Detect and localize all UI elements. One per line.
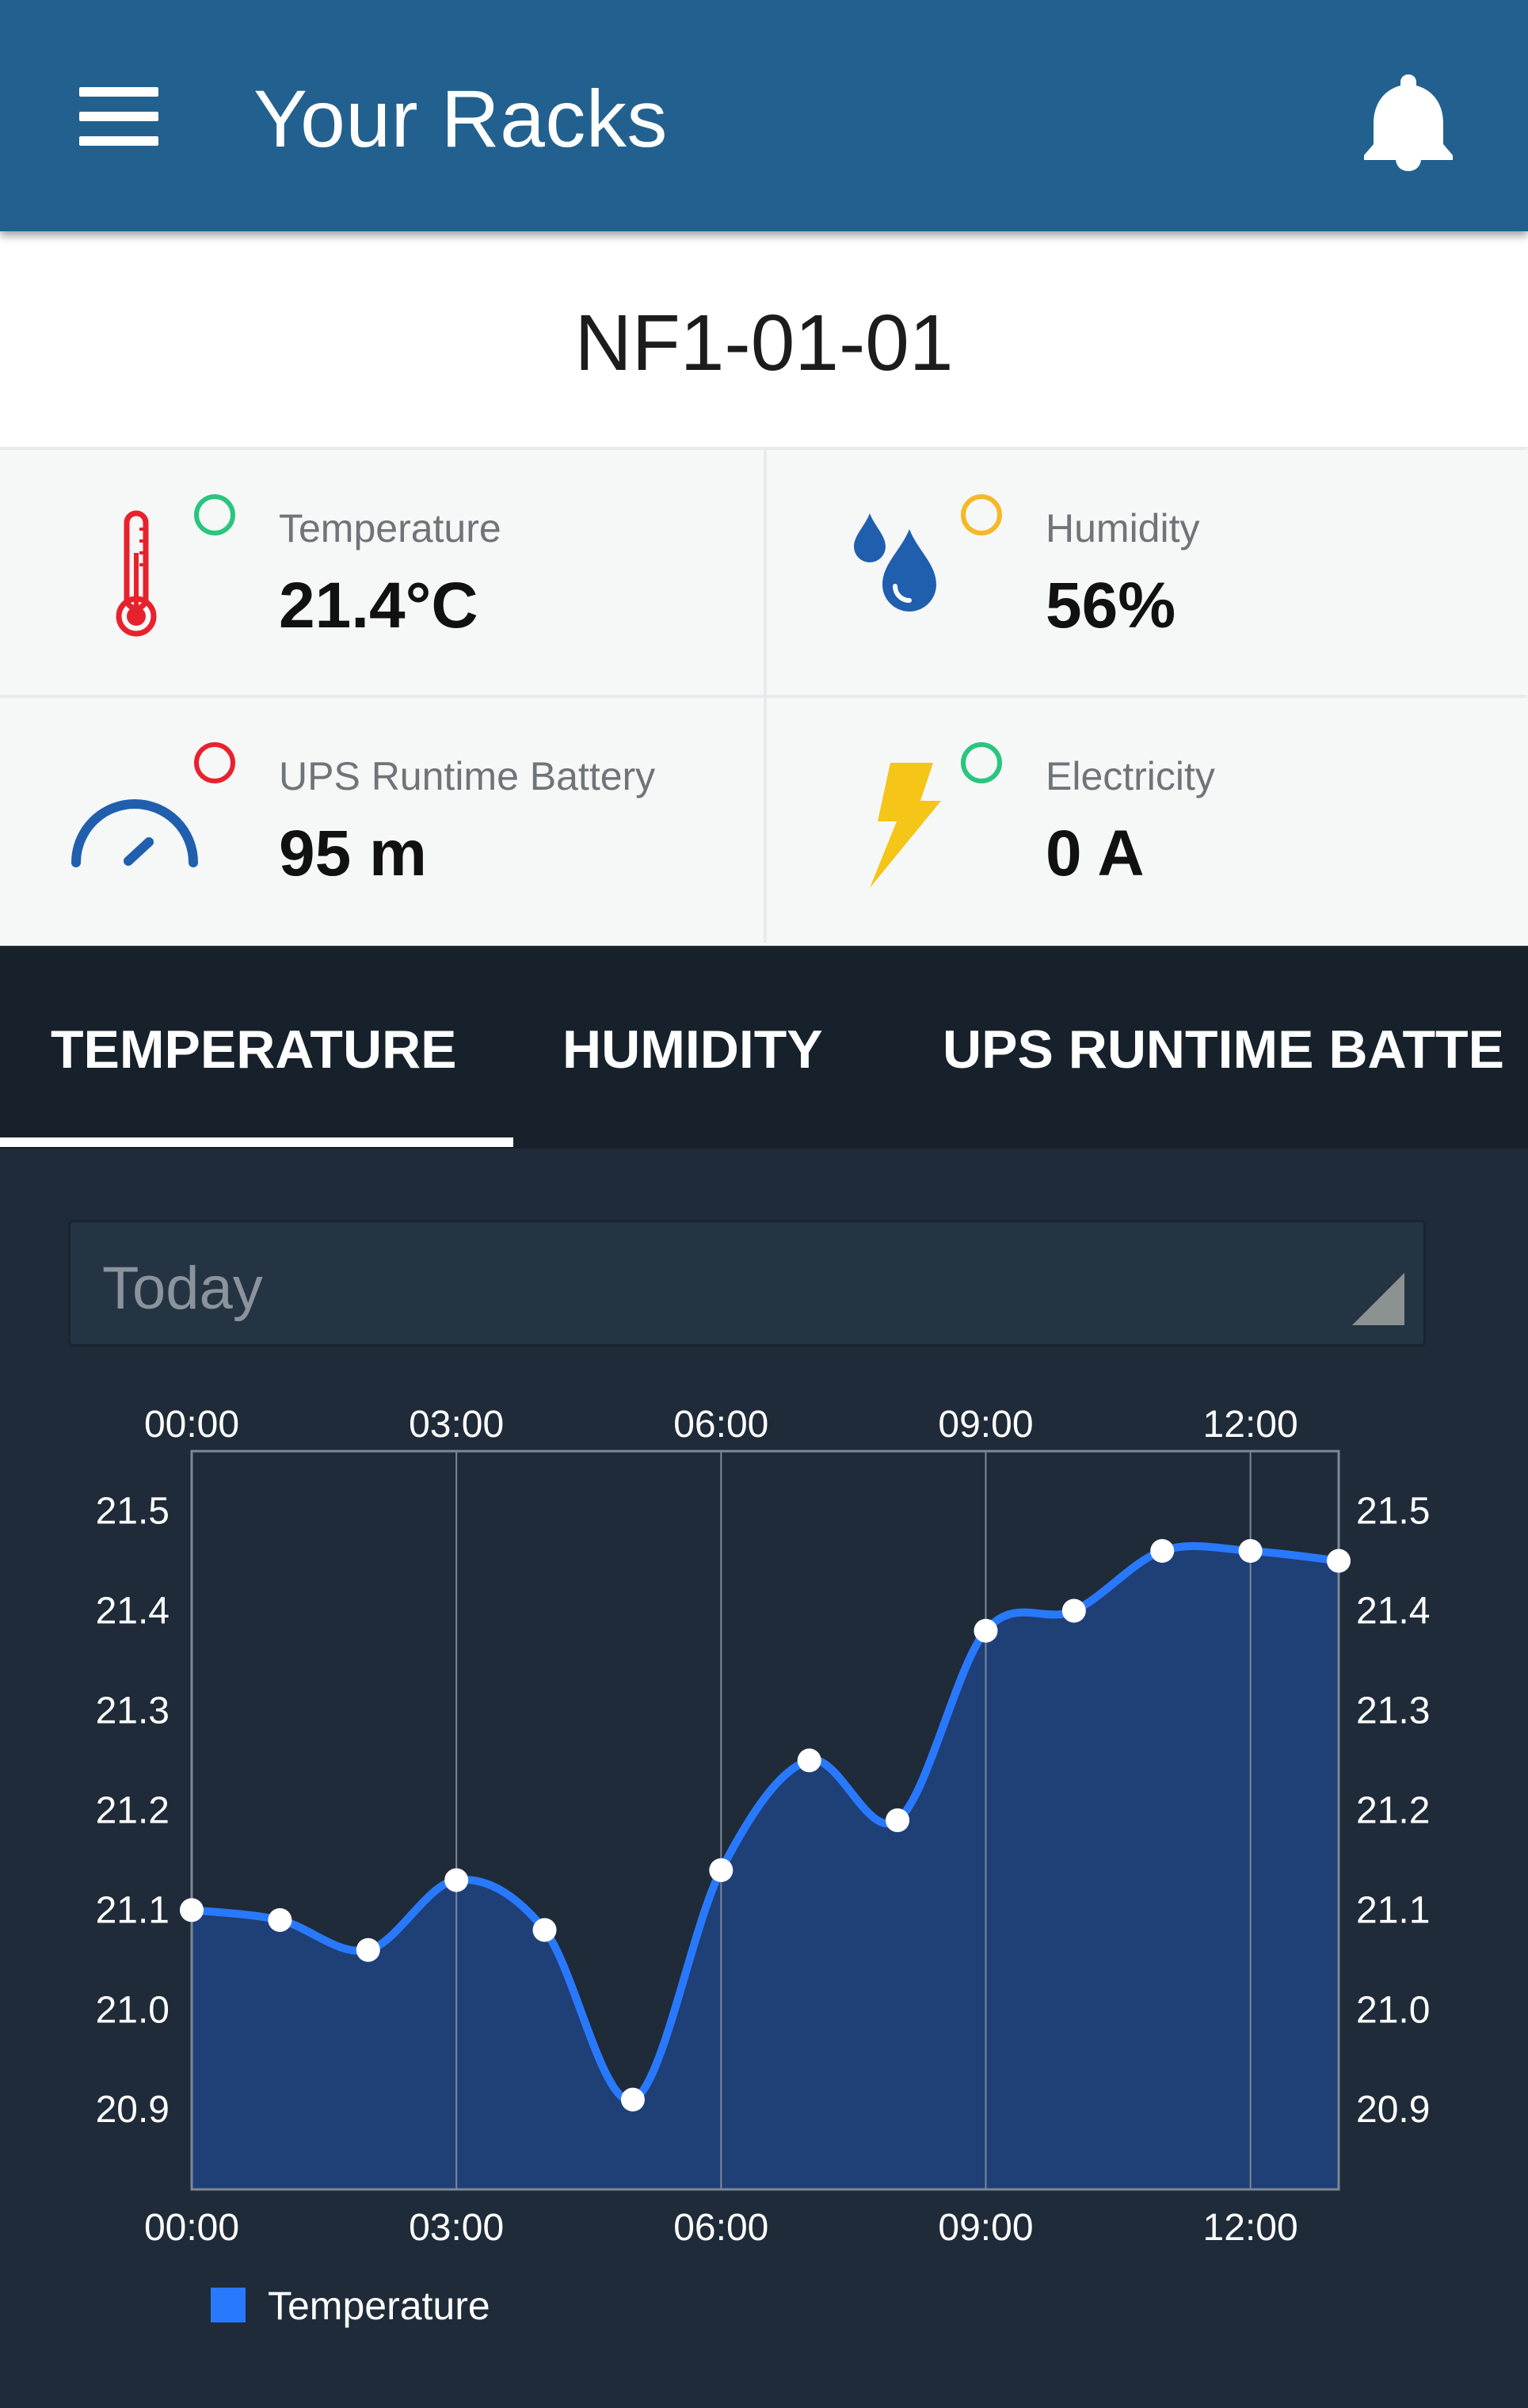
data-point xyxy=(1238,1538,1263,1563)
y-tick-label-left: 21.5 xyxy=(96,1491,170,1533)
tab-temperature[interactable]: TEMPERATURE xyxy=(51,1019,457,1080)
y-tick-label-left: 21.0 xyxy=(96,1989,170,2031)
metric-value: 21.4°C xyxy=(279,570,478,642)
x-tick-label-bottom: 09:00 xyxy=(938,2207,1033,2249)
status-indicator xyxy=(961,494,1002,535)
x-tick-label-top: 03:00 xyxy=(409,1404,504,1446)
metric-label: UPS Runtime Battery xyxy=(279,754,656,798)
status-indicator xyxy=(194,742,235,783)
data-point xyxy=(268,1907,292,1932)
data-point xyxy=(1061,1598,1086,1623)
metric-tile-ups-runtime[interactable]: UPS Runtime Battery 95 m xyxy=(0,695,764,943)
status-indicator xyxy=(961,742,1002,783)
data-point xyxy=(1327,1549,1351,1573)
x-tick-label-top: 09:00 xyxy=(938,1404,1033,1446)
y-tick-label-right: 21.4 xyxy=(1356,1591,1430,1633)
x-tick-label-bottom: 03:00 xyxy=(409,2207,504,2249)
gauge-icon xyxy=(63,745,206,888)
rack-header: NF1-01-01 xyxy=(0,231,1528,447)
data-point xyxy=(797,1748,821,1773)
metric-label: Temperature xyxy=(279,506,501,551)
data-point xyxy=(1150,1538,1175,1563)
y-tick-label-right: 21.1 xyxy=(1356,1889,1430,1931)
temperature-area-fill xyxy=(192,1545,1339,2189)
hamburger-menu-icon[interactable] xyxy=(76,87,163,147)
data-point xyxy=(620,2087,645,2112)
data-point xyxy=(444,1868,469,1892)
bell-icon[interactable] xyxy=(1361,68,1456,171)
dropdown-arrow-icon xyxy=(1352,1273,1404,1325)
thermometer-icon xyxy=(63,497,206,640)
metric-label: Electricity xyxy=(1046,754,1215,798)
time-range-dropdown[interactable]: Today xyxy=(68,1220,1426,1347)
chart-tabs: TEMPERATURE HUMIDITY UPS RUNTIME BATTE xyxy=(0,947,1528,1149)
status-indicator xyxy=(194,494,235,535)
y-tick-label-right: 21.2 xyxy=(1356,1789,1430,1831)
metric-tile-temperature[interactable]: Temperature 21.4°C xyxy=(0,447,764,695)
y-tick-label-left: 21.3 xyxy=(96,1690,170,1732)
metric-value: 56% xyxy=(1046,570,1176,642)
legend-swatch xyxy=(211,2288,246,2322)
y-tick-label-right: 21.0 xyxy=(1356,1989,1430,2031)
y-tick-label-left: 21.1 xyxy=(96,1889,170,1931)
tab-indicator xyxy=(0,1137,513,1147)
x-tick-label-top: 06:00 xyxy=(673,1404,768,1446)
app-bar: Your Racks xyxy=(0,0,1528,231)
page-title: Your Racks xyxy=(253,74,668,164)
x-tick-label-top: 12:00 xyxy=(1203,1404,1298,1446)
data-point xyxy=(356,1937,380,1962)
metric-value: 0 A xyxy=(1046,817,1145,890)
y-tick-label-left: 21.2 xyxy=(96,1789,170,1831)
metric-label: Humidity xyxy=(1046,506,1200,551)
rack-name: NF1-01-01 xyxy=(574,299,954,387)
y-tick-label-left: 20.9 xyxy=(96,2089,170,2131)
tab-humidity[interactable]: HUMIDITY xyxy=(562,1019,823,1080)
data-point xyxy=(974,1618,998,1643)
y-tick-label-left: 21.4 xyxy=(96,1591,170,1633)
metric-value: 95 m xyxy=(279,817,427,890)
x-tick-label-bottom: 06:00 xyxy=(673,2207,768,2249)
tab-ups-runtime-battery[interactable]: UPS RUNTIME BATTE xyxy=(943,1019,1504,1080)
temperature-chart: 00:00 00:00 03:00 03:00 06:00 06:00 09:00 09:00… xyxy=(96,1404,1431,2249)
metric-tile-electricity[interactable]: Electricity 0 A xyxy=(764,695,1527,943)
y-tick-label-right: 21.5 xyxy=(1356,1491,1430,1533)
x-tick-label-bottom: 12:00 xyxy=(1203,2207,1298,2249)
x-tick-label-bottom: 00:00 xyxy=(144,2207,239,2249)
data-point xyxy=(886,1808,910,1832)
x-tick-label-top: 00:00 xyxy=(144,1404,239,1446)
data-point xyxy=(709,1857,734,1882)
metric-tile-humidity[interactable]: Humidity 56% xyxy=(764,447,1527,695)
dropdown-value: Today xyxy=(102,1255,263,1322)
data-point xyxy=(180,1898,204,1922)
legend-label: Temperature xyxy=(268,2284,490,2328)
y-tick-label-right: 20.9 xyxy=(1356,2089,1430,2131)
data-point xyxy=(532,1918,557,1942)
metrics-grid: Temperature 21.4°C Humidity 56% UPS Runt… xyxy=(0,447,1528,946)
y-tick-label-right: 21.3 xyxy=(1356,1690,1430,1732)
